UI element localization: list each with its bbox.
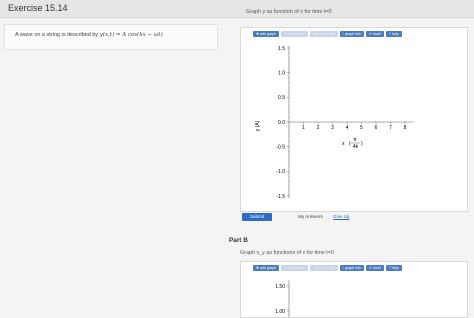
y-axis-label: y (A)	[255, 120, 261, 131]
x-tick-label: 7	[389, 125, 392, 131]
y-tick-label: -1.5	[276, 194, 285, 200]
exercise-header: Exercise 15.14	[0, 0, 474, 18]
problem-text: A wave on a string is described by y(x,t…	[15, 32, 163, 38]
my-answers-link[interactable]: My Answers	[298, 214, 323, 219]
x-tick-label: 5	[360, 125, 363, 131]
exercise-title: Exercise 15.14	[8, 3, 68, 13]
partB-title: Part B	[229, 237, 248, 244]
x-tick-label: 4	[346, 125, 349, 131]
x-tick-label: 3	[331, 125, 334, 131]
y-tick-label: -1.0	[276, 169, 285, 175]
x-tick-label: 2	[317, 125, 320, 131]
partA-plot[interactable]: 1.51.00.50.0-0.5-1.0-1.5 12345678 y (A) …	[241, 28, 467, 211]
give-up-link[interactable]: Give Up	[333, 214, 350, 219]
problem-formula: y(x,t) = A cos(kx − ωt)	[99, 32, 163, 38]
x-tick-label: 1	[302, 125, 305, 131]
partA-question: Graph y as function of x for time t=0	[246, 9, 332, 15]
y-tick-label: 1.0	[278, 70, 285, 76]
y-tick-label: 0.0	[278, 120, 285, 126]
partB-graph-panel: ✚ add graph ✎ add points remove graph ⫶ gra…	[240, 261, 468, 318]
y-tick-label: 0.5	[278, 95, 285, 101]
partB-plot[interactable]: 1.501.00	[241, 262, 467, 317]
problem-intro: A wave on a string is described by	[15, 32, 99, 38]
y-tick-label: 1.5	[278, 46, 285, 52]
partB-y-tick-labels: 1.501.00	[275, 284, 289, 315]
y-tick-label: -0.5	[276, 144, 285, 150]
y-tick-labels: 1.5 1.0 0.5 0.0 -0.5 -1.0 -1.5	[276, 46, 285, 200]
x-tick-label: 6	[375, 125, 378, 131]
problem-statement-box: A wave on a string is described by y(x,t…	[4, 24, 218, 50]
x-tick-label: 8	[404, 125, 407, 131]
partB-y-tick-label: 1.50	[275, 284, 285, 290]
submit-button[interactable]: Submit	[242, 213, 272, 221]
x-axis-label-numerator: π	[353, 137, 357, 143]
partA-graph-panel: ✚ add graph ✎ add points remove graph ⫶ gra…	[240, 27, 468, 212]
partB-question: Graph v_y as functions of x for time t=0	[240, 250, 334, 256]
x-axis-label-denominator: 4k	[353, 144, 359, 150]
